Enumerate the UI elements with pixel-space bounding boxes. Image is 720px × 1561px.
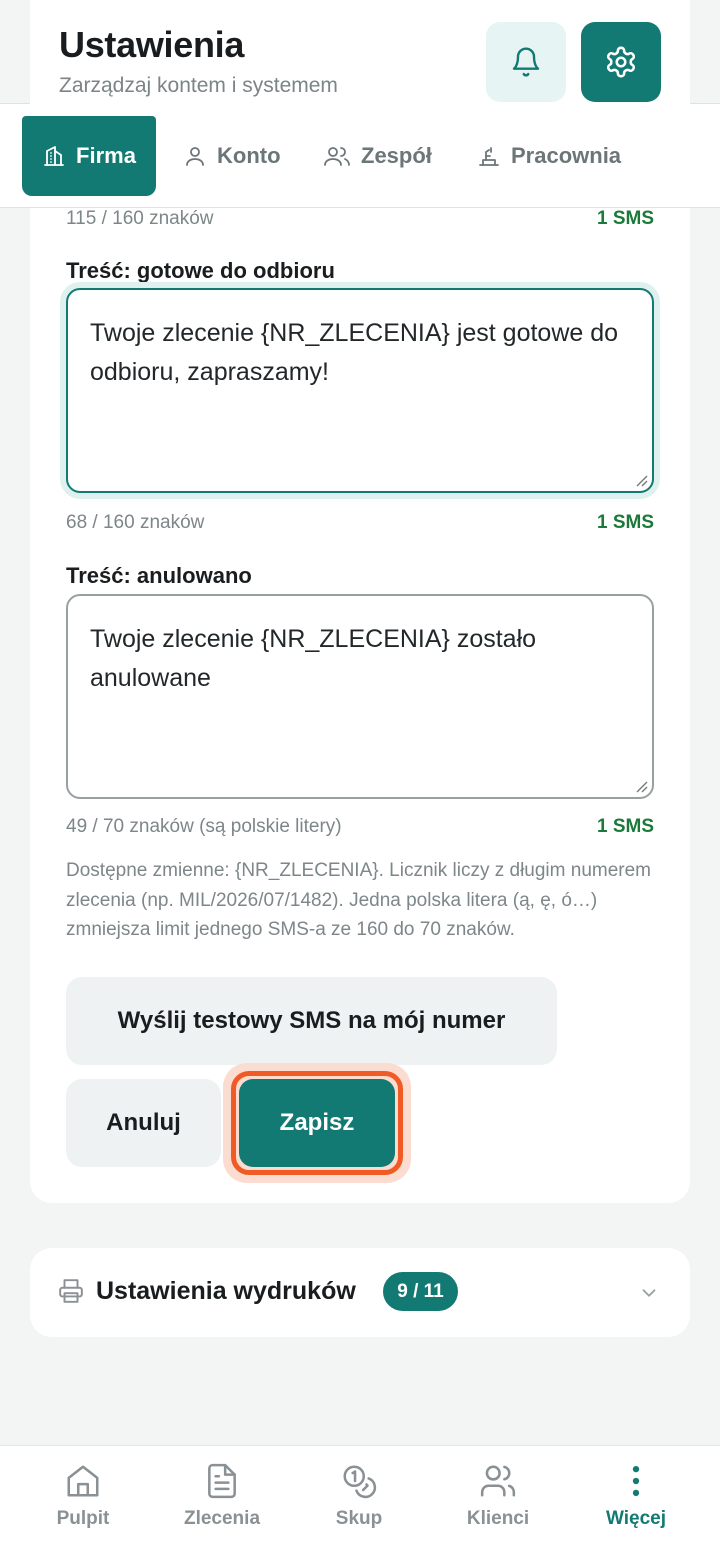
sms-count: 1 SMS [596,512,654,533]
save-button[interactable]: Zapisz [239,1079,395,1167]
cancel-button[interactable]: Anuluj [66,1079,221,1167]
nav-item-skup[interactable]: Skup [299,1462,419,1530]
tab-label: Firma [76,143,136,168]
nav-item-klienci[interactable]: Klienci [438,1462,558,1530]
nav-label: Klienci [466,1508,530,1529]
nav-label: Pulpit [56,1508,110,1529]
save-button-outline: Zapisz [231,1071,403,1175]
resize-handle-icon[interactable] [634,473,648,487]
users-icon [324,147,350,166]
char-counter: 115 / 160 znaków [66,208,214,229]
help-text: Dostępne zmienne: {NR_ZLECENIA}. Licznik… [66,860,652,940]
nav-label: Skup [335,1508,383,1529]
sms-count: 1 SMS [596,816,654,837]
coins-icon [343,1465,377,1499]
page-title: Ustawienia [59,24,245,65]
page-subtitle: Zarządzaj kontem i systemem [59,74,338,97]
field-label-ready: Treść: gotowe do odbioru [66,258,335,283]
bell-icon [512,47,540,77]
tab-firma[interactable]: Firma [22,116,156,196]
char-counter: 68 / 160 znaków [66,512,205,533]
nav-item-zlecenia[interactable]: Zlecenia [162,1462,282,1530]
settings-button[interactable] [581,22,661,102]
field-label-cancelled: Treść: anulowano [66,563,252,588]
textarea-value: Twoje zlecenie {NR_ZLECENIA} zostało anu… [90,625,537,692]
clients-icon [480,1465,516,1497]
ready-message-textarea[interactable]: Twoje zlecenie {NR_ZLECENIA} jest gotowe… [66,288,654,493]
send-test-sms-button[interactable]: Wyślij testowy SMS na mój numer [66,977,557,1065]
tab-label: Pracownia [511,143,622,168]
nav-item-pulpit[interactable]: Pulpit [23,1462,143,1530]
workbench-icon [479,147,499,166]
printer-icon [59,1279,83,1303]
tab-konto[interactable]: Konto [183,116,281,196]
cancelled-message-textarea[interactable]: Twoje zlecenie {NR_ZLECENIA} zostało anu… [66,594,654,799]
building-icon [44,146,64,166]
tab-zespol[interactable]: Zespół [323,116,432,196]
nav-item-wiecej[interactable]: Więcej [576,1462,696,1530]
user-icon [186,147,204,166]
home-icon [67,1465,99,1497]
resize-handle-icon[interactable] [634,779,648,793]
tab-label: Zespół [361,143,432,168]
tab-label: Konto [217,143,281,168]
more-icon [632,1465,640,1497]
tab-pracownia[interactable]: Pracownia [477,116,621,196]
nav-label: Zlecenia [183,1508,261,1529]
sms-count: 1 SMS [596,208,654,229]
print-settings-title: Ustawienia wydruków [96,1277,356,1305]
nav-label: Więcej [605,1508,667,1529]
print-settings-badge: 9 / 11 [383,1272,458,1311]
chevron-down-icon[interactable] [638,1282,660,1304]
textarea-value: Twoje zlecenie {NR_ZLECENIA} jest gotowe… [90,319,619,386]
char-counter: 49 / 70 znaków (są polskie litery) [66,816,342,837]
notifications-button[interactable] [486,22,566,102]
gear-icon [606,46,636,78]
document-icon [208,1463,236,1499]
